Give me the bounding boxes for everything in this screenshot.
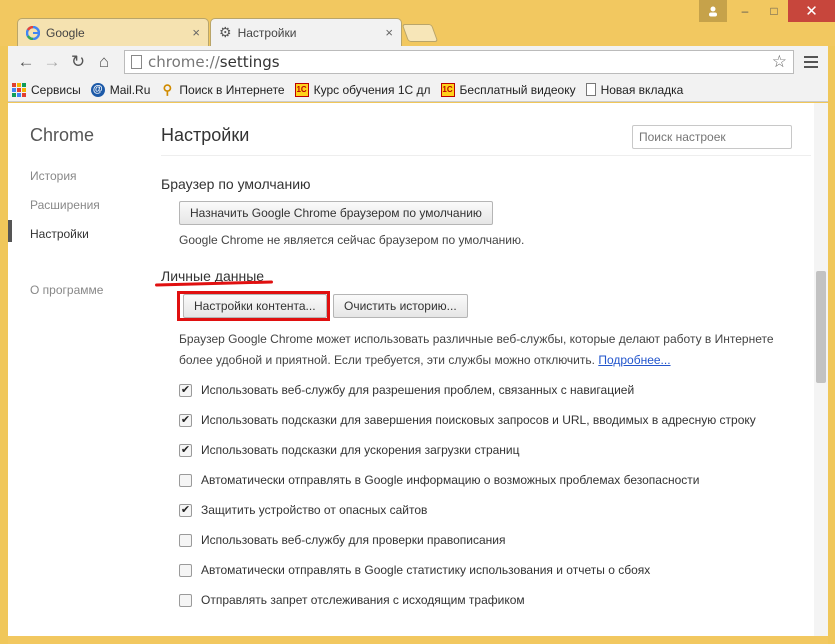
sidebar-item-settings[interactable]: Настройки	[30, 227, 89, 241]
bookmark-mailru[interactable]: @ Mail.Ru	[90, 82, 151, 97]
scrollbar-thumb[interactable]	[816, 271, 826, 383]
default-browser-heading: Браузер по умолчанию	[161, 176, 311, 192]
settings-page: Chrome История Расширения Настройки О пр…	[8, 103, 828, 636]
checkbox-checked[interactable]: ✔	[179, 383, 192, 397]
sidebar-active-indicator	[8, 220, 12, 242]
tab-title: Google	[46, 25, 85, 40]
tab-google[interactable]: Google ×	[17, 18, 209, 46]
privacy-checkbox-row[interactable]: ✔ Использовать веб-службу для разрешения …	[179, 383, 634, 397]
mailru-icon: @	[90, 82, 105, 97]
checkbox-checked[interactable]: ✔	[179, 503, 192, 517]
google-favicon-icon	[26, 25, 40, 40]
1c-icon: 1C	[440, 82, 455, 97]
bookmark-label: Новая вкладка	[600, 82, 684, 97]
1c-icon: 1C	[294, 82, 309, 97]
sidebar-item-history[interactable]: История	[30, 169, 77, 183]
forward-button[interactable]: →	[40, 50, 64, 74]
clear-history-button[interactable]: Очистить историю...	[333, 294, 468, 318]
user-profile-button[interactable]	[699, 0, 727, 22]
privacy-description: Браузер Google Chrome может использовать…	[179, 329, 789, 371]
bookmarks-bar: Сервисы @ Mail.Ru ⚲ Поиск в Интернете 1C…	[8, 78, 828, 102]
address-bar[interactable]: chrome:// settings ☆	[124, 50, 794, 74]
checkbox-label: Отправлять запрет отслеживания с исходящ…	[201, 593, 525, 607]
checkbox-checked[interactable]: ✔	[179, 443, 192, 457]
browser-toolbar: ← → ↻ ⌂ chrome:// settings ☆	[8, 46, 828, 78]
bookmark-label: Курс обучения 1С дл	[313, 82, 431, 97]
reload-button[interactable]: ↻	[66, 50, 90, 74]
privacy-checkbox-row[interactable]: Автоматически отправлять в Google информ…	[179, 473, 699, 487]
apps-icon	[12, 82, 26, 97]
privacy-checkbox-row[interactable]: ✔ Использовать подсказки для ускорения за…	[179, 443, 520, 457]
checkbox-label: Автоматически отправлять в Google статис…	[201, 563, 651, 577]
checkbox-label: Использовать веб-службу для разрешения п…	[201, 383, 635, 397]
sidebar-item-extensions[interactable]: Расширения	[30, 198, 100, 212]
checkbox-label: Использовать подсказки для завершения по…	[201, 413, 756, 427]
checkbox-unchecked[interactable]	[179, 533, 192, 547]
bookmark-label: Бесплатный видеоку	[459, 82, 576, 97]
settings-main: Настройки Браузер по умолчанию Назначить…	[154, 103, 821, 636]
gear-icon: ⚙	[219, 24, 232, 40]
tab-close-icon[interactable]: ×	[385, 25, 393, 40]
page-title: Настройки	[161, 125, 250, 145]
chrome-menu-button[interactable]	[800, 51, 822, 73]
url-path: settings	[219, 53, 280, 71]
page-icon	[131, 55, 142, 69]
checkbox-label: Использовать веб-службу для проверки пра…	[201, 533, 506, 547]
privacy-checkbox-row[interactable]: Использовать веб-службу для проверки пра…	[179, 533, 505, 547]
page-icon	[585, 83, 596, 96]
bookmark-apps[interactable]: Сервисы	[12, 82, 81, 97]
tab-settings[interactable]: ⚙ Настройки ×	[210, 18, 402, 46]
person-icon	[709, 6, 717, 17]
checkbox-label: Автоматически отправлять в Google информ…	[201, 473, 700, 487]
tab-title: Настройки	[237, 25, 297, 40]
sidebar-brand: Chrome	[30, 125, 95, 145]
url-scheme: chrome://	[148, 53, 220, 71]
bookmark-1c-video[interactable]: 1C Бесплатный видеоку	[440, 82, 576, 97]
back-button[interactable]: ←	[14, 50, 38, 74]
checkbox-label: Использовать подсказки для ускорения заг…	[201, 443, 520, 457]
minimize-button[interactable]: –	[730, 0, 760, 22]
bookmark-label: Mail.Ru	[109, 82, 151, 97]
bookmark-1c-course[interactable]: 1C Курс обучения 1С дл	[294, 82, 431, 97]
annotation-highlight-box	[177, 291, 330, 321]
home-button[interactable]: ⌂	[92, 50, 116, 74]
bookmark-label: Поиск в Интернете	[179, 82, 285, 97]
new-tab-button[interactable]	[401, 24, 439, 42]
checkbox-unchecked[interactable]	[179, 593, 192, 607]
bookmark-star-icon[interactable]: ☆	[772, 52, 787, 72]
settings-search-input[interactable]	[632, 125, 792, 149]
window-titlebar: Google × ⚙ Настройки × – □ ✕	[0, 0, 835, 46]
bookmark-new-tab[interactable]: Новая вкладка	[585, 82, 684, 97]
search-icon: ⚲	[162, 81, 173, 97]
settings-sidebar: Chrome История Расширения Настройки О пр…	[8, 103, 148, 636]
checkbox-checked[interactable]: ✔	[179, 413, 192, 427]
default-browser-status: Google Chrome не является сейчас браузер…	[179, 233, 525, 247]
bookmark-search[interactable]: ⚲ Поиск в Интернете	[160, 81, 285, 97]
privacy-checkbox-row[interactable]: Отправлять запрет отслеживания с исходящ…	[179, 593, 525, 607]
sidebar-item-about[interactable]: О программе	[30, 283, 103, 297]
title-divider	[161, 155, 811, 156]
close-window-button[interactable]: ✕	[788, 0, 835, 22]
maximize-button[interactable]: □	[760, 0, 788, 22]
privacy-checkbox-row[interactable]: ✔ Защитить устройство от опасных сайтов	[179, 503, 427, 517]
checkbox-unchecked[interactable]	[179, 473, 192, 487]
learn-more-link[interactable]: Подробнее...	[598, 353, 670, 367]
set-default-browser-button[interactable]: Назначить Google Chrome браузером по умо…	[179, 201, 493, 225]
checkbox-label: Защитить устройство от опасных сайтов	[201, 503, 428, 517]
privacy-checkbox-row[interactable]: ✔ Использовать подсказки для завершения п…	[179, 413, 756, 427]
privacy-checkbox-row[interactable]: Автоматически отправлять в Google статис…	[179, 563, 650, 577]
bookmark-label: Сервисы	[31, 82, 81, 97]
tab-close-icon[interactable]: ×	[192, 25, 200, 40]
page-scrollbar[interactable]	[814, 103, 828, 636]
privacy-description-text: Браузер Google Chrome может использовать…	[179, 332, 774, 367]
window-bottom-frame	[8, 636, 828, 644]
checkbox-unchecked[interactable]	[179, 563, 192, 577]
